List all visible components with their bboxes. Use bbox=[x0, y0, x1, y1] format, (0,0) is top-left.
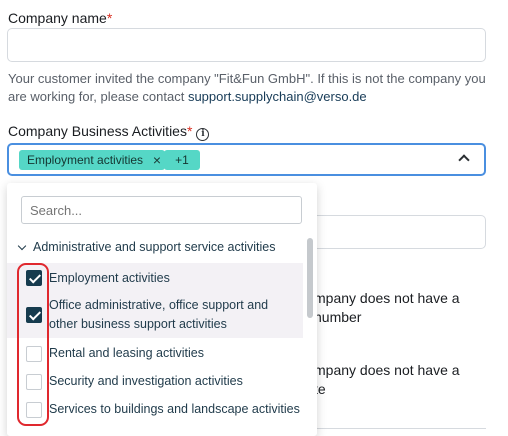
info-icon[interactable]: i bbox=[196, 128, 210, 141]
chip-remove-icon[interactable]: × bbox=[153, 150, 161, 170]
group-header[interactable]: Administrative and support service activ… bbox=[16, 240, 275, 254]
background-input[interactable] bbox=[310, 215, 486, 249]
chevron-up-icon[interactable] bbox=[458, 154, 470, 166]
chip-employment-activities: Employment activities × bbox=[19, 150, 165, 170]
option-services-buildings[interactable]: Services to buildings and landscape acti… bbox=[7, 398, 303, 424]
dropdown-scrollbar[interactable] bbox=[307, 238, 313, 318]
annotation-highlight bbox=[17, 263, 49, 426]
company-name-input[interactable] bbox=[7, 28, 486, 62]
option-rental-leasing[interactable]: Rental and leasing activities bbox=[7, 342, 303, 368]
option-security-investigation[interactable]: Security and investigation activities bbox=[7, 370, 303, 396]
activities-dropdown: Administrative and support service activ… bbox=[7, 183, 317, 436]
option-employment-activities[interactable]: Employment activities bbox=[7, 263, 303, 293]
chevron-down-icon bbox=[17, 241, 27, 251]
background-text-2: mpany does not have a te bbox=[314, 362, 460, 397]
company-name-label: Company name* bbox=[8, 10, 113, 26]
business-activities-label: Company Business Activities* i bbox=[8, 123, 210, 141]
background-text-1: mpany does not have a number bbox=[314, 290, 460, 325]
option-office-administrative[interactable]: Office administrative, office support an… bbox=[7, 293, 303, 338]
chip-more-count[interactable]: +1 bbox=[164, 150, 200, 170]
dropdown-search-input[interactable] bbox=[21, 196, 302, 224]
support-email-link[interactable]: support.supplychain@verso.de bbox=[188, 89, 367, 104]
business-activities-select[interactable]: Employment activities × +1 bbox=[7, 143, 486, 176]
company-note: Your customer invited the company "Fit&F… bbox=[8, 71, 486, 104]
